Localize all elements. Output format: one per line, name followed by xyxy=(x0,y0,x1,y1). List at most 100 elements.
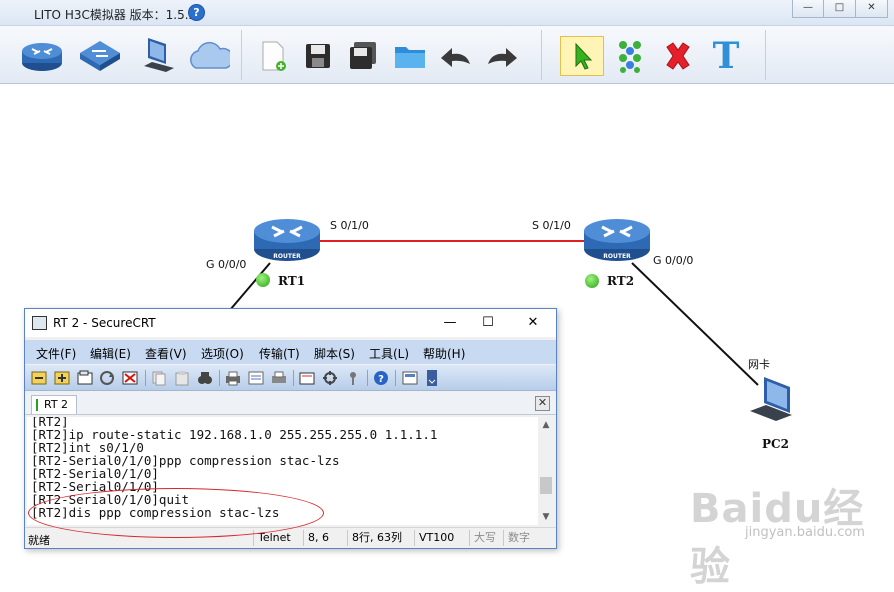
title-bar: LITO H3C模拟器 版本：1.5.2 ? — □ ✕ xyxy=(0,0,894,26)
tab-rt2[interactable]: RT 2 xyxy=(31,395,78,414)
window-controls: — □ ✕ xyxy=(792,0,888,18)
menu-tools[interactable]: 工具(L) xyxy=(369,345,409,362)
cloud-tool[interactable] xyxy=(186,36,230,76)
status-caps: 大写 xyxy=(469,530,501,546)
connect-icon xyxy=(619,41,641,73)
rt1-router-icon[interactable]: ROUTER xyxy=(252,213,322,265)
securecrt-title-bar: RT 2 - SecureCRT — ☐ ✕ xyxy=(25,309,556,337)
menu-file[interactable]: 文件(F) xyxy=(36,345,76,362)
pc2-name: PC2 xyxy=(762,437,789,451)
global-options-icon[interactable] xyxy=(322,370,338,386)
undo-icon xyxy=(441,48,470,67)
help-icon[interactable]: ? xyxy=(188,4,205,21)
toolbar-overflow-icon[interactable] xyxy=(427,370,437,386)
rt1-status-indicator xyxy=(256,273,270,287)
securecrt-menu-bar: 文件(F) 编辑(E) 查看(V) 选项(O) 传输(T) 脚本(S) 工具(L… xyxy=(25,340,556,364)
delete-icon xyxy=(666,42,690,70)
pc2-nic-label: 网卡 xyxy=(748,358,770,371)
switch-icon xyxy=(80,41,120,71)
status-ready: 就绪 xyxy=(28,534,50,547)
connect-icon[interactable] xyxy=(31,370,47,386)
file-tool-group xyxy=(244,30,542,80)
watermark-url: jingyan.baidu.com xyxy=(745,525,865,540)
securecrt-title: RT 2 - SecureCRT xyxy=(53,316,156,330)
tab-close-button[interactable]: ✕ xyxy=(535,396,550,411)
status-terminal-type: VT100 xyxy=(414,530,458,546)
svg-text:?: ? xyxy=(378,374,384,385)
redo-button[interactable] xyxy=(480,36,524,76)
securecrt-app-icon xyxy=(32,316,47,330)
menu-transfer[interactable]: 传输(T) xyxy=(259,345,300,362)
rt2-ethernet-link[interactable] xyxy=(631,262,759,386)
session-options-icon[interactable] xyxy=(299,370,315,386)
connect-tool[interactable] xyxy=(608,36,652,76)
securecrt-toolbar: ? xyxy=(25,365,556,391)
rt2-name: RT2 xyxy=(607,274,635,288)
main-toolbar: T xyxy=(0,26,894,84)
text-icon: T xyxy=(712,35,740,77)
menu-script[interactable]: 脚本(S) xyxy=(314,345,355,362)
rt1-port-g000: G 0/0/0 xyxy=(206,258,247,271)
status-num: 数字 xyxy=(503,530,537,546)
undo-button[interactable] xyxy=(434,36,478,76)
menu-view[interactable]: 查看(V) xyxy=(145,345,187,362)
connect-tab-icon[interactable] xyxy=(77,370,93,386)
scroll-thumb[interactable] xyxy=(540,477,552,494)
securecrt-tab-bar: RT 2 ✕ xyxy=(25,393,556,415)
rt1-router-label: ROUTER xyxy=(273,253,301,260)
securecrt-minimize-button[interactable]: — xyxy=(439,313,461,333)
print-icon[interactable] xyxy=(225,370,241,386)
maximize-button[interactable]: □ xyxy=(824,0,856,18)
securecrt-close-button[interactable]: ✕ xyxy=(522,313,544,333)
save-button[interactable] xyxy=(296,36,340,76)
terminal-scrollbar[interactable]: ▲ ▼ xyxy=(538,417,554,525)
menu-options[interactable]: 选项(O) xyxy=(201,345,244,362)
delete-tool[interactable] xyxy=(656,36,700,76)
quick-connect-icon[interactable] xyxy=(54,370,70,386)
rt2-router-label: ROUTER xyxy=(603,253,631,260)
text-tool[interactable]: T xyxy=(704,35,748,77)
rt2-router-icon[interactable]: ROUTER xyxy=(582,213,652,265)
paste-icon[interactable] xyxy=(174,370,190,386)
menu-edit[interactable]: 编辑(E) xyxy=(90,345,131,362)
status-cursor: 8, 6 xyxy=(303,530,343,546)
annotation-ellipse xyxy=(28,488,324,538)
reconnect-icon[interactable] xyxy=(99,370,115,386)
disconnect-icon[interactable] xyxy=(122,370,138,386)
new-file-icon xyxy=(262,41,286,71)
print-selection-icon[interactable] xyxy=(248,370,264,386)
app-title: LITO H3C模拟器 版本：1.5.2 xyxy=(34,8,197,22)
rt2-port-s010: S 0/1/0 xyxy=(532,219,571,232)
edit-tool-group: T xyxy=(554,30,766,80)
lito-simulator-window: LITO H3C模拟器 版本：1.5.2 ? — □ ✕ T ROUTER G … xyxy=(0,0,894,590)
session-manager-icon[interactable] xyxy=(402,370,418,386)
pc2-icon[interactable] xyxy=(746,375,798,425)
switch-tool[interactable] xyxy=(78,36,122,76)
minimize-button[interactable]: — xyxy=(792,0,824,18)
help-icon[interactable]: ? xyxy=(373,370,389,386)
save-as-icon xyxy=(350,42,376,69)
scroll-up-icon[interactable]: ▲ xyxy=(538,417,554,433)
router-tool[interactable] xyxy=(20,36,64,76)
rt2-status-indicator xyxy=(585,274,599,288)
save-as-button[interactable] xyxy=(342,36,386,76)
menu-help[interactable]: 帮助(H) xyxy=(423,345,465,362)
redo-icon xyxy=(488,48,517,67)
keymap-icon[interactable] xyxy=(345,370,361,386)
select-arrow-icon xyxy=(575,42,593,70)
rt2-port-g000: G 0/0/0 xyxy=(653,254,694,267)
scroll-down-icon[interactable]: ▼ xyxy=(538,509,554,525)
printer-setup-icon[interactable] xyxy=(271,370,287,386)
cloud-icon xyxy=(190,41,230,69)
open-button[interactable] xyxy=(388,36,432,76)
select-tool[interactable] xyxy=(560,36,604,76)
securecrt-maximize-button[interactable]: ☐ xyxy=(477,313,499,333)
new-file-button[interactable] xyxy=(250,36,294,76)
close-button[interactable]: ✕ xyxy=(856,0,888,18)
pc-tool[interactable] xyxy=(136,36,180,76)
pc-icon xyxy=(144,38,174,72)
copy-icon[interactable] xyxy=(151,370,167,386)
save-icon xyxy=(306,44,330,68)
find-icon[interactable] xyxy=(197,370,213,386)
status-rowcol: 8行, 63列 xyxy=(347,530,411,546)
